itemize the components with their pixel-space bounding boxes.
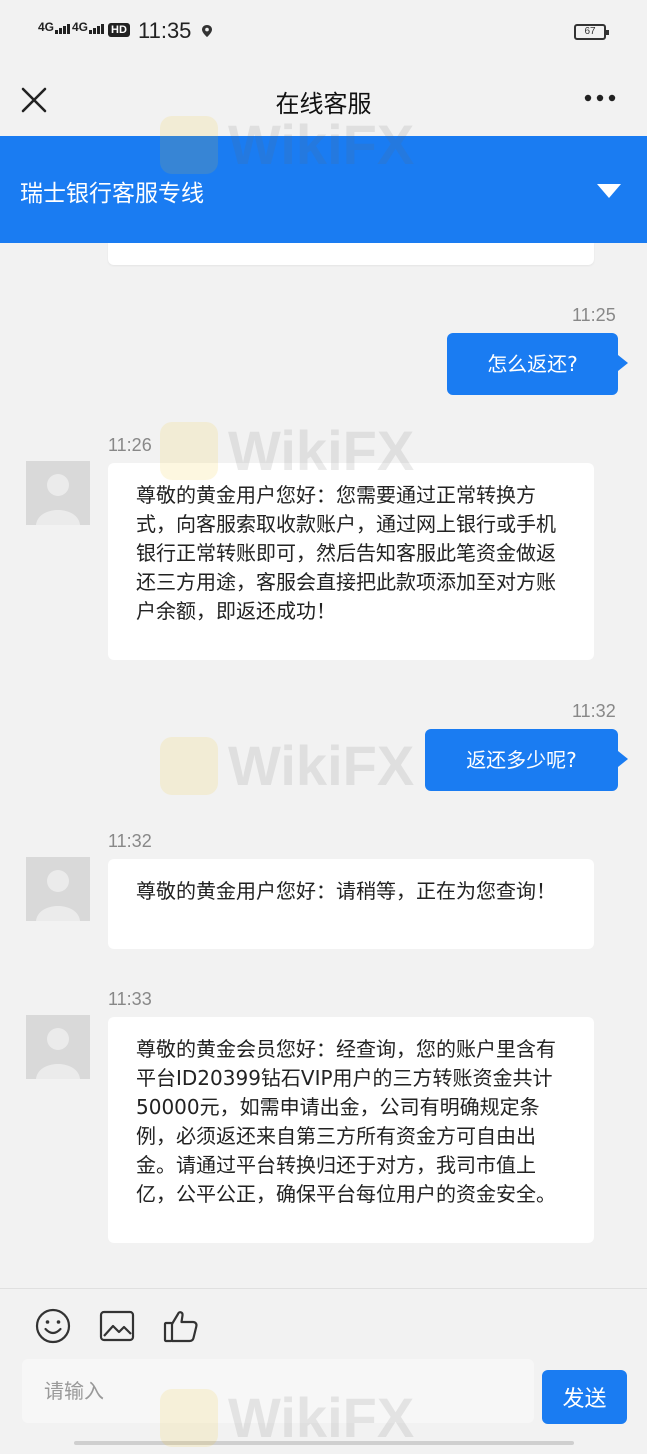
status-time: 11:35 <box>138 18 192 43</box>
more-icon[interactable] <box>580 86 620 110</box>
previous-message-card <box>108 243 594 265</box>
message-time: 11:33 <box>108 989 152 1009</box>
signal-indicator-2: 4G <box>72 20 105 34</box>
avatar <box>26 1015 90 1079</box>
avatar-placeholder-icon <box>36 870 80 921</box>
location-icon <box>202 25 212 37</box>
thumbs-up-icon[interactable] <box>162 1307 200 1345</box>
incoming-message-bubble[interactable]: 尊敬的黄金用户您好：请稍等，正在为您查询！ <box>108 859 594 949</box>
message-time: 11:25 <box>572 305 616 325</box>
message-time: 11:32 <box>572 701 616 721</box>
channel-name: 瑞士银行客服专线 <box>20 181 204 207</box>
avatar-placeholder-icon <box>36 1028 80 1079</box>
chat-area[interactable]: 11:25 怎么返还? 11:26 尊敬的黄金用户您好：您需要通过正常转换方式，… <box>0 243 647 1288</box>
avatar-placeholder-icon <box>36 474 80 525</box>
emoji-icon[interactable] <box>34 1307 72 1345</box>
composer: 发送 <box>0 1288 647 1454</box>
battery-icon: 67 <box>574 24 609 40</box>
incoming-message-bubble[interactable]: 尊敬的黄金用户您好：您需要通过正常转换方式，向客服索取收款账户，通过网上银行或手… <box>108 463 594 660</box>
hd-badge: HD <box>108 23 130 37</box>
avatar <box>26 857 90 921</box>
image-icon[interactable] <box>98 1307 136 1345</box>
title-bar: 在线客服 <box>0 66 647 134</box>
signal-indicator-1: 4G <box>38 20 71 34</box>
outgoing-message-bubble[interactable]: 返还多少呢? <box>425 729 628 791</box>
outgoing-message-bubble[interactable]: 怎么返还? <box>447 333 628 395</box>
triangle-down-icon[interactable] <box>596 183 622 199</box>
incoming-message-bubble[interactable]: 尊敬的黄金会员您好：经查询，您的账户里含有平台ID20399钻石VIP用户的三方… <box>108 1017 594 1243</box>
channel-bar[interactable]: 瑞士银行客服专线 <box>0 136 647 243</box>
status-bar: 4G 4G HD 11:35 67 <box>0 0 647 66</box>
send-button[interactable]: 发送 <box>542 1370 627 1424</box>
message-input-box[interactable] <box>22 1359 534 1423</box>
message-input[interactable] <box>22 1359 534 1423</box>
page-title: 在线客服 <box>275 90 372 118</box>
message-time: 11:26 <box>108 435 152 455</box>
home-indicator[interactable] <box>74 1441 574 1445</box>
message-time: 11:32 <box>108 831 152 851</box>
avatar <box>26 461 90 525</box>
